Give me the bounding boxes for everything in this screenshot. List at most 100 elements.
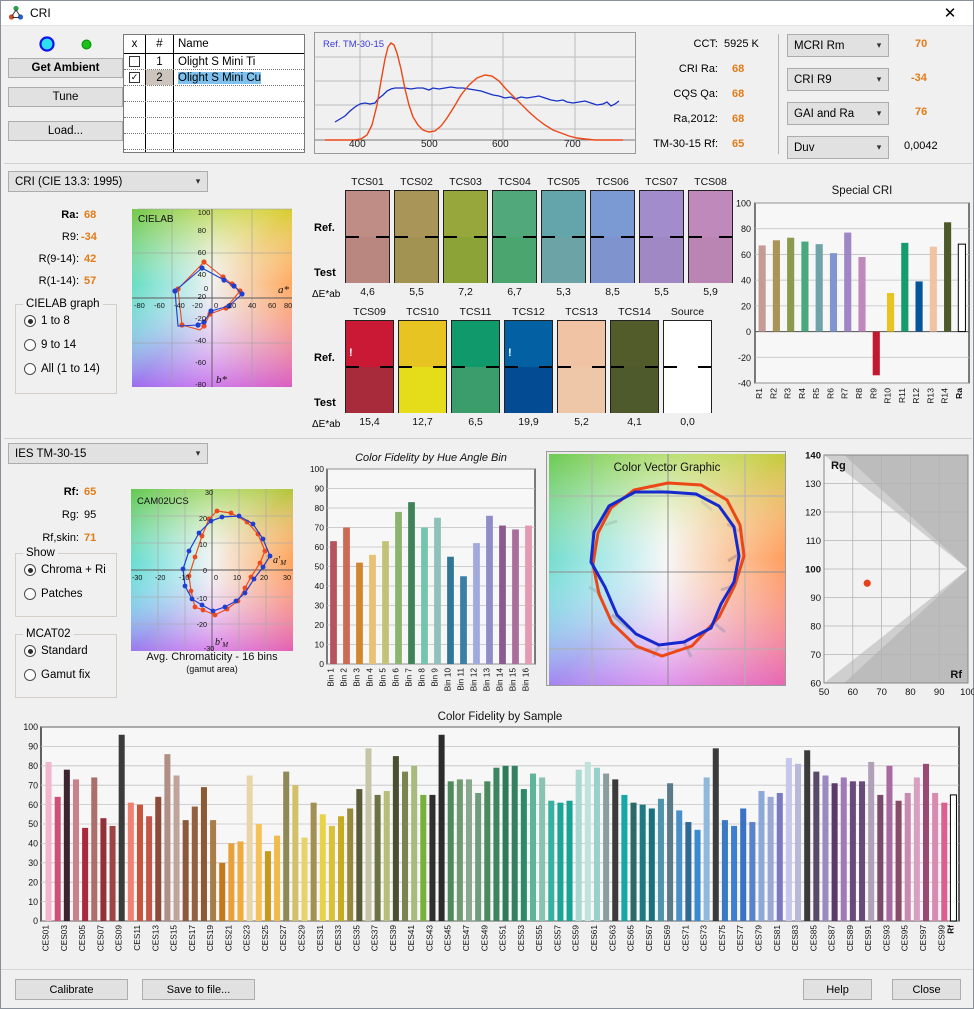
row-checkbox[interactable]	[124, 54, 146, 69]
cri-app-icon	[8, 5, 24, 21]
tcs-patch-label: TCS10	[406, 306, 439, 318]
row-name[interactable]: Olight S Mini Cu	[174, 70, 304, 85]
ra-value: 68	[84, 209, 97, 221]
svg-text:CES89: CES89	[845, 925, 855, 952]
svg-text:-40: -40	[195, 336, 206, 345]
table-row-empty[interactable]	[124, 150, 304, 152]
svg-text:50: 50	[315, 562, 325, 572]
svg-text:CES73: CES73	[699, 925, 709, 952]
help-button[interactable]: Help	[803, 979, 872, 1000]
svg-text:CES87: CES87	[827, 925, 837, 952]
svg-text:CES03: CES03	[59, 925, 69, 952]
svg-text:100: 100	[805, 565, 821, 576]
tm30-standard-select[interactable]: IES TM-30-15 ▾	[8, 443, 208, 464]
table-row-empty[interactable]	[124, 134, 304, 150]
save-to-file-button[interactable]: Save to file...	[142, 979, 255, 1000]
rg-label: Rg:	[61, 509, 79, 521]
table-row-empty[interactable]	[124, 86, 304, 102]
duv-select[interactable]: Duv ▾	[787, 136, 889, 159]
tm3015-rf-value: 65	[732, 138, 745, 150]
load-button[interactable]: Load...	[8, 121, 123, 141]
column-header-num: #	[146, 35, 174, 53]
mcat-radio-gamut-fix[interactable]: Gamut fix	[24, 669, 90, 681]
rf-skin-label: Rf,skin:	[42, 532, 79, 544]
radio-indicator	[24, 564, 36, 576]
svg-text:Bin 9: Bin 9	[431, 668, 440, 687]
svg-text:Special CRI: Special CRI	[832, 185, 893, 197]
svg-text:R13: R13	[925, 388, 935, 404]
table-row-empty[interactable]	[124, 102, 304, 118]
svg-text:R4: R4	[797, 388, 807, 399]
cri-standard-select[interactable]: CRI (CIE 13.3: 1995) ▾	[8, 171, 208, 192]
gai-ra-value: 76	[915, 106, 928, 118]
svg-text:R8: R8	[854, 388, 864, 399]
svg-text:0: 0	[204, 284, 208, 293]
mcri-rm-select[interactable]: MCRI Rm ▾	[787, 34, 889, 57]
svg-text:60: 60	[848, 687, 859, 698]
tcs-delta-e-value: 6,5	[468, 416, 483, 428]
cielab-radio-all-label: All (1 to 14)	[41, 363, 100, 375]
svg-text:0: 0	[746, 327, 751, 337]
spectrum-xtick: 500	[421, 139, 438, 150]
table-header: x # Name	[124, 35, 304, 54]
window-close-icon[interactable]: ✕	[927, 1, 973, 25]
source-table[interactable]: x # Name 1 Olight S Mini Ti ✓ 2 Olight S…	[123, 34, 305, 153]
tcs-patch-tcs07: TCS07 5,5	[639, 176, 684, 298]
svg-text:100: 100	[23, 722, 38, 732]
row-checkbox[interactable]: ✓	[124, 70, 146, 85]
tcs-patch-swatch	[639, 190, 684, 283]
show-radio-chroma-ri[interactable]: Chroma + Ri	[24, 564, 106, 576]
svg-text:CES01: CES01	[41, 925, 51, 952]
svg-text:CES71: CES71	[680, 925, 690, 952]
tune-button[interactable]: Tune	[8, 87, 123, 107]
svg-text:Bin 8: Bin 8	[418, 668, 427, 687]
spectrum-xtick: 700	[564, 139, 581, 150]
mcat-radio-standard[interactable]: Standard	[24, 645, 88, 657]
cielab-radio-all[interactable]: All (1 to 14)	[24, 363, 100, 375]
tcs-patch-label: TCS05	[547, 176, 580, 188]
tcs-patch-source: Source 0,0	[663, 306, 712, 428]
svg-text:R2: R2	[768, 388, 778, 399]
cam02ucs-plot-label: CAM02UCS	[137, 496, 189, 507]
table-row[interactable]: 1 Olight S Mini Ti	[124, 54, 304, 70]
row-name[interactable]: Olight S Mini Ti	[174, 54, 304, 69]
row-number: 1	[146, 54, 174, 69]
svg-text:40: 40	[315, 581, 325, 591]
svg-text:R1: R1	[754, 388, 764, 399]
cqs-qa-value: 68	[732, 88, 745, 100]
svg-text:CES77: CES77	[735, 925, 745, 952]
svg-text:80: 80	[284, 301, 292, 310]
cri-r9-select[interactable]: CRI R9 ▾	[787, 68, 889, 91]
svg-text:CES33: CES33	[333, 925, 343, 952]
table-row-empty[interactable]	[124, 118, 304, 134]
show-group-title: Show	[23, 547, 58, 559]
svg-text:0: 0	[319, 659, 324, 669]
tm30-scores: Rf: 65 Rg: 95 Rf,skin: 71	[11, 486, 121, 555]
ra2012-value: 68	[732, 113, 745, 125]
rf-value: 65	[84, 486, 97, 498]
selector-panel: MCRI Rm ▾ 70 CRI R9 ▾ -34 GAI and Ra ▾ 7…	[787, 34, 969, 161]
chevron-down-icon: ▾	[876, 108, 882, 118]
gai-ra-select[interactable]: GAI and Ra ▾	[787, 102, 889, 125]
cam02ucs-caption-line1: Avg. Chromaticity - 16 bins	[146, 651, 278, 663]
cielab-radio-9to14[interactable]: 9 to 14	[24, 339, 76, 351]
tcs-de-label: ΔE*ab	[312, 419, 341, 430]
svg-text:-20: -20	[738, 353, 751, 363]
svg-text:-20: -20	[195, 314, 206, 323]
tcs-delta-e-value: 5,5	[409, 286, 424, 298]
r9-14-label: R(9-14):	[38, 253, 79, 265]
svg-text:Bin 5: Bin 5	[379, 668, 388, 687]
svg-text:20: 20	[228, 301, 236, 310]
cri-window: CRI ✕ Get Ambient Tune Load... x # Name …	[0, 0, 974, 1009]
svg-text:-30: -30	[132, 573, 142, 582]
cielab-radio-1to8[interactable]: 1 to 8	[24, 315, 70, 327]
table-row[interactable]: ✓ 2 Olight S Mini Cu	[124, 70, 304, 86]
svg-text:CES13: CES13	[150, 925, 160, 952]
svg-text:Bin 15: Bin 15	[509, 668, 518, 692]
show-radio-patches[interactable]: Patches	[24, 588, 83, 600]
calibrate-button[interactable]: Calibrate	[15, 979, 128, 1000]
show-radio-chroma-ri-label: Chroma + Ri	[41, 564, 106, 576]
close-footer-button[interactable]: Close	[892, 979, 961, 1000]
get-ambient-button[interactable]: Get Ambient	[8, 58, 123, 78]
mcat-radio-gamut-fix-label: Gamut fix	[41, 669, 91, 681]
